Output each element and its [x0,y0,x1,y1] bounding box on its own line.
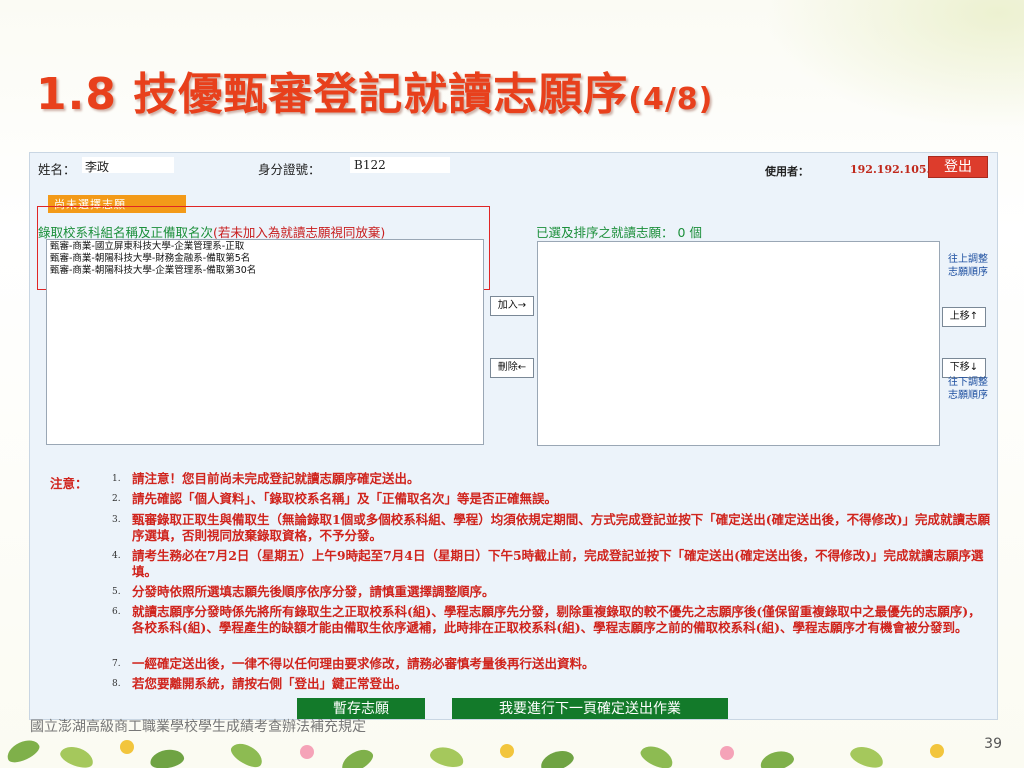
note-number: 4. [112,551,121,561]
flower-decoration [720,746,734,760]
note-text: 就讀志願序分發時係先將所有錄取生之正取校系科(組)、學程志願序先分發，剔除重複錄… [132,604,981,635]
note-number: 7. [112,659,121,669]
add-button[interactable]: 加入→ [490,296,534,316]
user-label: 使用者： [765,165,809,178]
move-down-button[interactable]: 下移↓ [942,358,986,378]
logout-button[interactable]: 登出 [928,156,988,178]
note-text: 請考生務必在7月2日（星期五）上午9時起至7月4日（星期日）下午5時截止前，完成… [132,548,984,579]
note-item: 5. 分發時依照所選填志願先後順序依序分發，請慎重選擇調整順序。 [112,584,992,600]
slide-title: 1.8 技優甄審登記就讀志願序(4/8) [36,58,713,122]
note-number: 3. [112,515,121,525]
save-button[interactable]: 暫存志願 [297,698,425,719]
user-ip: 192.192.105.5 [850,163,939,176]
note-item: 6. 就讀志願序分發時係先將所有錄取生之正取校系科(組)、學程志願序先分發，剔除重… [112,604,992,636]
admission-list-label: 錄取校系科組名稱及正備取名次 [38,225,214,240]
name-label: 姓名： [38,162,76,177]
slide-footer: 國立澎湖高級商工職業學校學生成績考查辦法補充規定 [30,719,366,735]
corner-decoration [764,0,1024,130]
flower-decoration [500,744,514,758]
chosen-list-title: 已選及排序之就讀志願： 0 個 [536,222,702,241]
list-item[interactable]: 甄審-商業-朝陽科技大學-財務金融系-備取第5名 [50,253,480,265]
id-label: 身分證號： [258,162,321,177]
note-item: 7. 一經確定送出後，一律不得以任何理由要求修改，請務必審慎考量後再行送出資料。 [112,656,992,672]
notes-label: 注意： [50,476,88,491]
chosen-count: 0 [677,225,686,240]
note-item: 3. 甄審錄取正取生與備取生（無論錄取1個或多個校系科組、學程）均須依規定期間、方… [112,512,992,544]
slide-title-suffix: (4/8) [628,82,714,117]
slide-title-main: 1.8 技優甄審登記就讀志願序 [36,69,629,120]
page-number: 39 [984,736,1002,752]
note-text: 一經確定送出後，一律不得以任何理由要求修改，請務必審慎考量後再行送出資料。 [132,656,595,671]
chosen-listbox[interactable] [537,241,940,446]
flower-decoration [930,744,944,758]
note-number: 5. [112,587,121,597]
note-text: 分發時依照所選填志願先後順序依序分發，請慎重選擇調整順序。 [132,584,495,599]
note-item: 2. 請先確認「個人資料」、「錄取校系名稱」及「正備取名次」等是否正確無誤。 [112,491,992,507]
note-number: 6. [112,607,121,617]
note-item: 1. 請注意！您目前尚未完成登記就讀志願序確定送出。 [112,471,992,487]
move-up-button[interactable]: 上移↑ [942,307,986,327]
note-text: 若您要離開系統，請按右側「登出」鍵正常登出。 [132,676,408,691]
name-field: 李政 [82,157,174,174]
note-text: 請先確認「個人資料」、「錄取校系名稱」及「正備取名次」等是否正確無誤。 [132,491,558,506]
list-item[interactable]: 甄審-商業-國立屏東科技大學-企業管理系-正取 [50,241,480,253]
note-number: 8. [112,679,121,689]
embedded-web-form: 姓名： 李政 身分證號： B122 使用者： 192.192.105.5 登出 … [29,152,998,720]
delete-button[interactable]: 刪除← [490,358,534,378]
flower-decoration [300,745,314,759]
admission-list-warning: (若未加入為就讀志願視同放棄) [213,225,386,240]
id-field: B122 [350,157,450,173]
list-item[interactable]: 甄審-商業-朝陽科技大學-企業管理系-備取第30名 [50,265,480,277]
next-page-button[interactable]: 我要進行下一頁確定送出作業 [452,698,728,719]
chosen-count-unit: 個 [689,225,702,240]
note-number: 2. [112,494,121,504]
flower-decoration [120,740,134,754]
admission-listbox[interactable]: 甄審-商業-國立屏東科技大學-企業管理系-正取 甄審-商業-朝陽科技大學-財務金… [46,239,484,445]
note-number: 1. [112,474,121,484]
note-item: 8. 若您要離開系統，請按右側「登出」鍵正常登出。 [112,676,992,692]
note-text: 甄審錄取正取生與備取生（無論錄取1個或多個校系科組、學程）均須依規定期間、方式完… [132,512,991,543]
note-item: 4. 請考生務必在7月2日（星期五）上午9時起至7月4日（星期日）下午5時截止前，… [112,548,992,580]
chosen-list-label: 已選及排序之就讀志願： [536,225,674,240]
move-up-hint: 往上調整志願順序 [948,254,988,278]
move-down-hint: 往下調整志願順序 [948,377,988,401]
note-text: 請注意！您目前尚未完成登記就讀志願序確定送出。 [132,471,420,486]
